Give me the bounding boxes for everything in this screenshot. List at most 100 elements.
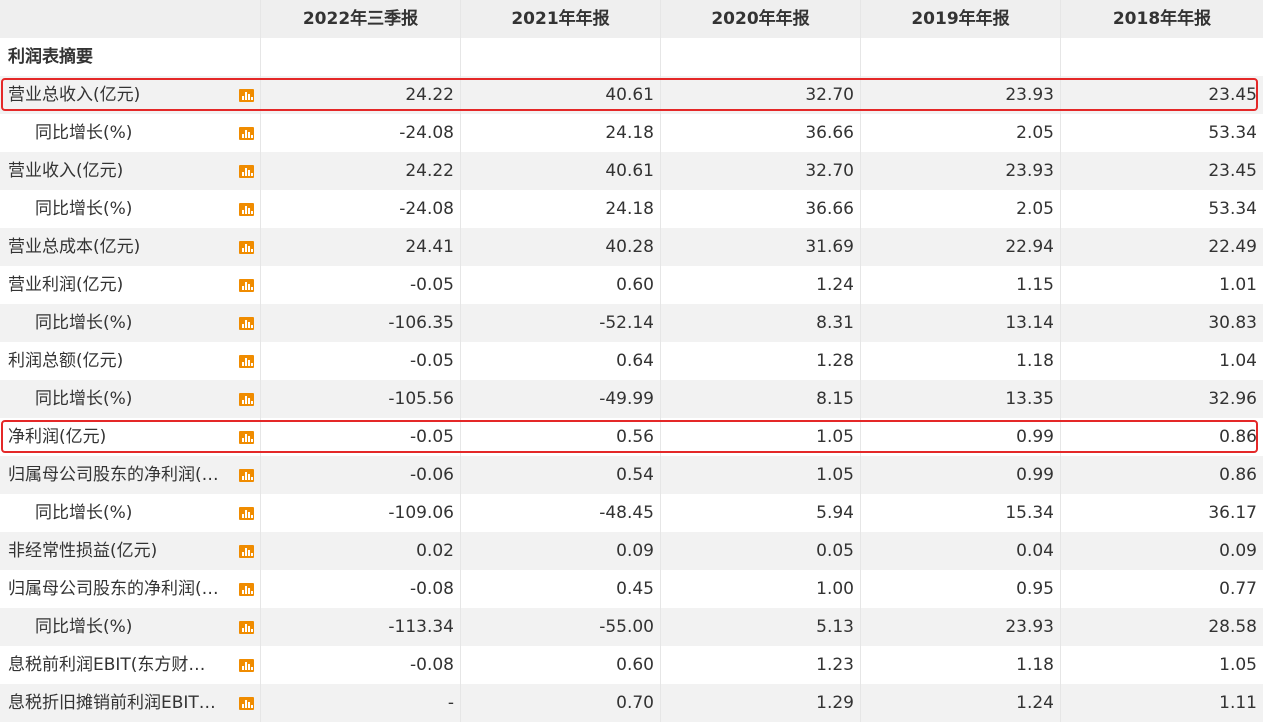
bar-chart-icon[interactable] bbox=[239, 89, 254, 102]
row-label-cell: 同比增长(%) bbox=[0, 114, 261, 152]
row-label-cell: 营业总收入(亿元) bbox=[0, 76, 261, 114]
value-cell: 1.05 bbox=[1219, 655, 1257, 675]
value-cell: 1.28 bbox=[661, 342, 861, 380]
value-cell: 5.94 bbox=[661, 494, 861, 532]
value-cell: -0.08 bbox=[261, 646, 461, 684]
value-cell: -105.56 bbox=[261, 380, 461, 418]
value-cell: 36.66 bbox=[661, 114, 861, 152]
table-row: 同比增长(%) -106.35 -52.14 8.31 13.14 30.83 bbox=[0, 304, 1263, 342]
row-label-cell: 净利润(亿元) bbox=[0, 418, 261, 456]
value-cell: 0.09 bbox=[461, 532, 661, 570]
bar-chart-icon[interactable] bbox=[239, 431, 254, 444]
value-cell: 22.49 bbox=[1208, 237, 1257, 257]
value-cell: 2.05 bbox=[861, 114, 1061, 152]
empty-cell bbox=[261, 38, 461, 76]
value-cell: 1.15 bbox=[861, 266, 1061, 304]
value-cell: 1.18 bbox=[861, 342, 1061, 380]
table-row: 非经常性损益(亿元) 0.02 0.09 0.05 0.04 0.09 bbox=[0, 532, 1263, 570]
empty-cell bbox=[461, 38, 661, 76]
value-cell: 30.83 bbox=[1208, 313, 1257, 333]
value-cell: 40.61 bbox=[461, 152, 661, 190]
bar-chart-icon[interactable] bbox=[239, 355, 254, 368]
value-cell: -48.45 bbox=[461, 494, 661, 532]
value-cell: 40.28 bbox=[461, 228, 661, 266]
bar-chart-icon[interactable] bbox=[239, 203, 254, 216]
row-label-cell: 营业利润(亿元) bbox=[0, 266, 261, 304]
value-cell: 53.34 bbox=[1208, 199, 1257, 219]
bar-chart-icon[interactable] bbox=[239, 469, 254, 482]
bar-chart-icon[interactable] bbox=[239, 697, 254, 710]
table-row: 息税折旧摊销前利润EBIT… -0.70 1.29 1.24 1.11 bbox=[0, 684, 1263, 722]
value-cell: -55.00 bbox=[461, 608, 661, 646]
table-row: 营业总成本(亿元) 24.41 40.28 31.69 22.94 22.49 bbox=[0, 228, 1263, 266]
value-cell: -0.08 bbox=[261, 570, 461, 608]
row-label: 同比增长(%) bbox=[35, 199, 133, 219]
table-row: 营业总收入(亿元) 24.22 40.61 32.70 23.93 23.45 bbox=[0, 76, 1263, 114]
row-label-cell: 利润总额(亿元) bbox=[0, 342, 261, 380]
value-cell: 32.70 bbox=[661, 76, 861, 114]
column-header: 2019年年报 bbox=[861, 0, 1061, 38]
value-cell: 1.00 bbox=[661, 570, 861, 608]
table-row: 息税前利润EBIT(东方财… -0.08 0.60 1.23 1.18 1.05 bbox=[0, 646, 1263, 684]
table-row: 同比增长(%) -24.08 24.18 36.66 2.05 53.34 bbox=[0, 114, 1263, 152]
bar-chart-icon[interactable] bbox=[239, 621, 254, 634]
value-cell: -52.14 bbox=[461, 304, 661, 342]
row-label: 归属母公司股东的净利润(… bbox=[8, 465, 219, 485]
value-cell: 23.45 bbox=[1208, 85, 1257, 105]
value-cell: 2.05 bbox=[861, 190, 1061, 228]
table-row: 营业利润(亿元) -0.05 0.60 1.24 1.15 1.01 bbox=[0, 266, 1263, 304]
value-cell: 36.17 bbox=[1208, 503, 1257, 523]
row-label: 营业收入(亿元) bbox=[8, 161, 124, 181]
value-cell: 0.86 bbox=[1219, 465, 1257, 485]
bar-chart-icon[interactable] bbox=[239, 545, 254, 558]
value-cell: -0.05 bbox=[261, 342, 461, 380]
empty-cell bbox=[1061, 38, 1263, 76]
value-cell: -24.08 bbox=[261, 190, 461, 228]
bar-chart-icon[interactable] bbox=[239, 393, 254, 406]
value-cell: 5.13 bbox=[661, 608, 861, 646]
bar-chart-icon[interactable] bbox=[239, 659, 254, 672]
value-cell: 13.35 bbox=[861, 380, 1061, 418]
value-cell: 22.94 bbox=[861, 228, 1061, 266]
bar-chart-icon[interactable] bbox=[239, 127, 254, 140]
value-cell: 0.45 bbox=[461, 570, 661, 608]
table-row: 归属母公司股东的净利润(… -0.06 0.54 1.05 0.99 0.86 bbox=[0, 456, 1263, 494]
value-cell: 1.24 bbox=[661, 266, 861, 304]
value-cell: 1.01 bbox=[1219, 275, 1257, 295]
empty-cell bbox=[661, 38, 861, 76]
row-label: 同比增长(%) bbox=[35, 617, 133, 637]
row-label: 息税折旧摊销前利润EBIT… bbox=[8, 693, 216, 713]
row-label-cell: 同比增长(%) bbox=[0, 608, 261, 646]
bar-chart-icon[interactable] bbox=[239, 317, 254, 330]
value-cell: 1.04 bbox=[1219, 351, 1257, 371]
column-header: 2022年三季报 bbox=[261, 0, 461, 38]
bar-chart-icon[interactable] bbox=[239, 279, 254, 292]
row-label: 净利润(亿元) bbox=[8, 427, 107, 447]
table-row: 同比增长(%) -113.34 -55.00 5.13 23.93 28.58 bbox=[0, 608, 1263, 646]
column-header: 2018年年报 bbox=[1112, 9, 1212, 29]
value-cell: 24.18 bbox=[461, 114, 661, 152]
value-cell: 0.99 bbox=[861, 418, 1061, 456]
table-row: 净利润(亿元) -0.05 0.56 1.05 0.99 0.86 bbox=[0, 418, 1263, 456]
bar-chart-icon[interactable] bbox=[239, 241, 254, 254]
header-label-cell bbox=[0, 0, 261, 38]
table-row: 利润总额(亿元) -0.05 0.64 1.28 1.18 1.04 bbox=[0, 342, 1263, 380]
value-cell: 0.09 bbox=[1219, 541, 1257, 561]
bar-chart-icon[interactable] bbox=[239, 583, 254, 596]
value-cell: 36.66 bbox=[661, 190, 861, 228]
row-label: 同比增长(%) bbox=[35, 123, 133, 143]
value-cell: 8.31 bbox=[661, 304, 861, 342]
bar-chart-icon[interactable] bbox=[239, 507, 254, 520]
row-label-cell: 同比增长(%) bbox=[0, 494, 261, 532]
section-title: 利润表摘要 bbox=[0, 38, 261, 76]
value-cell: 0.54 bbox=[461, 456, 661, 494]
bar-chart-icon[interactable] bbox=[239, 165, 254, 178]
row-label-cell: 同比增长(%) bbox=[0, 380, 261, 418]
value-cell: 23.93 bbox=[861, 76, 1061, 114]
row-label-cell: 归属母公司股东的净利润(… bbox=[0, 570, 261, 608]
value-cell: 1.18 bbox=[861, 646, 1061, 684]
value-cell: -24.08 bbox=[261, 114, 461, 152]
value-cell: 1.23 bbox=[661, 646, 861, 684]
row-label-cell: 营业总成本(亿元) bbox=[0, 228, 261, 266]
value-cell: -106.35 bbox=[261, 304, 461, 342]
